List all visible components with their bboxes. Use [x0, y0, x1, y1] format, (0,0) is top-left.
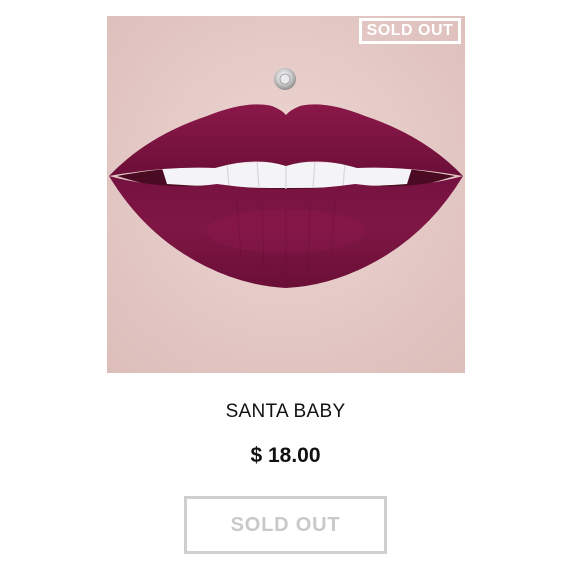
product-image[interactable]: SOLD OUT: [107, 16, 465, 373]
product-card: SOLD OUT SANTA BABY $ 18.00 SOLD OUT: [0, 0, 580, 580]
sold-out-badge: SOLD OUT: [359, 18, 461, 44]
product-name[interactable]: SANTA BABY: [0, 401, 571, 423]
product-price: $ 18.00: [250, 444, 321, 467]
lip-swatch-illustration: [107, 16, 465, 373]
sold-out-button[interactable]: SOLD OUT: [184, 496, 387, 554]
